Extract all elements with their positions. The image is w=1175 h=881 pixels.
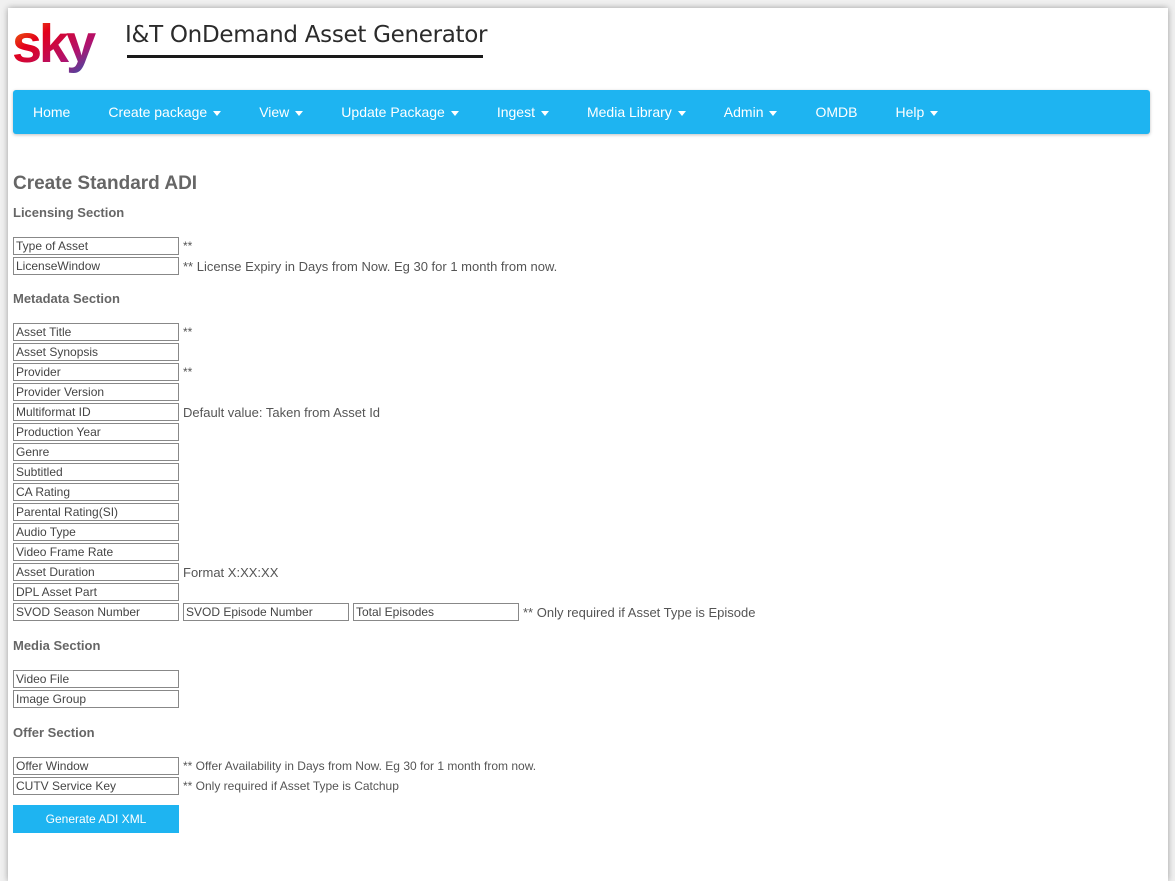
nav-ingest[interactable]: Ingest bbox=[478, 90, 568, 134]
header: sky I&T OnDemand Asset Generator bbox=[8, 8, 1168, 90]
production-year-input[interactable] bbox=[13, 423, 179, 441]
video-frame-rate-input[interactable] bbox=[13, 543, 179, 561]
asset-duration-input[interactable] bbox=[13, 563, 179, 581]
dpl-asset-part-input[interactable] bbox=[13, 583, 179, 601]
caret-down-icon bbox=[930, 110, 939, 116]
offer-window-hint: ** Offer Availability in Days from Now. … bbox=[183, 759, 537, 773]
title-underline bbox=[127, 55, 483, 58]
svod-episode-number-input[interactable] bbox=[183, 603, 349, 621]
parental-rating-input[interactable] bbox=[13, 503, 179, 521]
nav-view[interactable]: View bbox=[240, 90, 322, 134]
subtitled-input[interactable] bbox=[13, 463, 179, 481]
page-title: Create Standard ADI bbox=[13, 173, 198, 194]
provider-version-input[interactable] bbox=[13, 383, 179, 401]
nav-label: Admin bbox=[723, 104, 764, 120]
metadata-section-title: Metadata Section bbox=[13, 291, 120, 306]
type-of-asset-input[interactable] bbox=[13, 237, 179, 255]
media-section-title: Media Section bbox=[13, 638, 101, 653]
multiformat-id-input[interactable] bbox=[13, 403, 179, 421]
required-marker: ** bbox=[183, 365, 193, 379]
license-window-input[interactable] bbox=[13, 257, 179, 275]
nav-admin[interactable]: Admin bbox=[705, 90, 797, 134]
video-file-input[interactable] bbox=[13, 670, 179, 688]
main-navbar: Home Create package View Update Package … bbox=[13, 90, 1150, 134]
caret-down-icon bbox=[213, 110, 222, 116]
nav-label: View bbox=[259, 104, 290, 120]
genre-input[interactable] bbox=[13, 443, 179, 461]
caret-down-icon bbox=[769, 110, 778, 116]
app-title: I&T OnDemand Asset Generator bbox=[125, 22, 488, 48]
caret-down-icon bbox=[540, 110, 549, 116]
required-marker: ** bbox=[183, 239, 193, 253]
audio-type-input[interactable] bbox=[13, 523, 179, 541]
image-group-input[interactable] bbox=[13, 690, 179, 708]
nav-label: Home bbox=[33, 104, 71, 120]
provider-input[interactable] bbox=[13, 363, 179, 381]
cutv-service-key-input[interactable] bbox=[13, 777, 179, 795]
nav-update-package[interactable]: Update Package bbox=[322, 90, 478, 134]
nav-home[interactable]: Home bbox=[13, 90, 89, 134]
form-content: Create Standard ADI Licensing Section **… bbox=[13, 168, 1153, 833]
asset-synopsis-input[interactable] bbox=[13, 343, 179, 361]
nav-create-package[interactable]: Create package bbox=[89, 90, 240, 134]
nav-label: Create package bbox=[108, 104, 208, 120]
total-episodes-input[interactable] bbox=[353, 603, 519, 621]
nav-label: Ingest bbox=[496, 104, 535, 120]
sky-logo-text: sky bbox=[12, 18, 96, 74]
svod-season-number-input[interactable] bbox=[13, 603, 179, 621]
asset-title-input[interactable] bbox=[13, 323, 179, 341]
license-window-hint: ** License Expiry in Days from Now. Eg 3… bbox=[183, 258, 558, 274]
episode-hint: ** Only required if Asset Type is Episod… bbox=[523, 604, 756, 620]
required-marker: ** bbox=[183, 325, 193, 339]
cutv-service-key-hint: ** Only required if Asset Type is Catchu… bbox=[183, 779, 399, 793]
generate-adi-xml-button[interactable]: Generate ADI XML bbox=[13, 805, 179, 833]
nav-help[interactable]: Help bbox=[876, 90, 957, 134]
sky-logo[interactable]: sky bbox=[12, 18, 120, 78]
caret-down-icon bbox=[677, 110, 686, 116]
nav-label: Help bbox=[895, 104, 925, 120]
page: sky I&T OnDemand Asset Generator Home Cr… bbox=[8, 8, 1168, 881]
caret-down-icon bbox=[295, 110, 304, 116]
nav-label: Media Library bbox=[586, 104, 672, 120]
offer-section-title: Offer Section bbox=[13, 725, 95, 740]
offer-window-input[interactable] bbox=[13, 757, 179, 775]
caret-down-icon bbox=[450, 110, 459, 116]
licensing-section-title: Licensing Section bbox=[13, 205, 125, 220]
nav-omdb[interactable]: OMDB bbox=[796, 90, 876, 134]
nav-media-library[interactable]: Media Library bbox=[568, 90, 705, 134]
asset-duration-hint: Format X:XX:XX bbox=[183, 564, 279, 580]
nav-label: OMDB bbox=[815, 104, 858, 120]
multiformat-id-hint: Default value: Taken from Asset Id bbox=[183, 404, 381, 420]
nav-label: Update Package bbox=[341, 104, 445, 120]
ca-rating-input[interactable] bbox=[13, 483, 179, 501]
